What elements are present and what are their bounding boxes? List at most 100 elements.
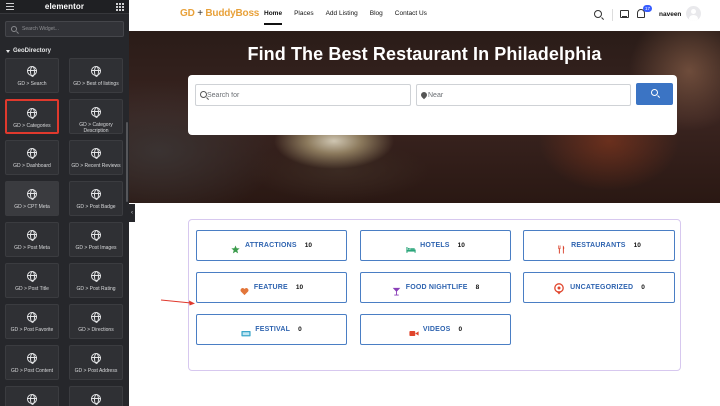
category-videos[interactable]: VIDEOS 0 xyxy=(360,314,511,345)
caret-down-icon xyxy=(6,49,10,53)
search-icon[interactable] xyxy=(594,10,602,18)
category-name: VIDEOS xyxy=(422,326,451,333)
widget-tile[interactable]: GD > Post Images xyxy=(69,222,123,257)
widget-tile-label: GD > Recent Reviews xyxy=(71,163,121,169)
hero-banner: Find The Best Restaurant In Philadelphia xyxy=(129,31,720,203)
widget-tile-label: GD > Post Images xyxy=(75,245,117,251)
widget-tile[interactable]: GD > Directions xyxy=(69,304,123,339)
ticket-icon xyxy=(241,325,251,337)
panel-collapse-toggle[interactable]: ‹ xyxy=(129,204,135,222)
nav-home[interactable]: Home xyxy=(264,10,283,25)
header-divider xyxy=(612,9,613,21)
elementor-logo: elementor xyxy=(44,2,85,11)
globe-icon xyxy=(27,148,37,159)
widget-tile[interactable]: GD > Search xyxy=(5,58,59,93)
widget-tile-label: GD > Best of listings xyxy=(73,81,119,87)
category-festival[interactable]: FESTIVAL 0 xyxy=(196,314,347,345)
category-attractions[interactable]: ATTRACTIONS 10 xyxy=(196,230,347,261)
widget-tile[interactable]: GD > Post Favorite xyxy=(5,304,59,339)
search-icon xyxy=(11,26,17,32)
category-count: 10 xyxy=(295,284,304,291)
main-nav: Home Places Add Listing Blog Contact Us xyxy=(264,10,427,25)
category-count: 8 xyxy=(475,284,480,291)
widget-tile[interactable]: GD > Categories xyxy=(5,99,59,134)
category-count: 0 xyxy=(641,284,645,291)
nav-contact-us[interactable]: Contact Us xyxy=(395,10,427,17)
widgets-grid-icon[interactable] xyxy=(116,3,124,11)
cocktail-icon xyxy=(392,283,401,296)
globe-icon xyxy=(27,394,37,405)
widget-search-input[interactable] xyxy=(22,24,122,34)
search-icon xyxy=(200,91,207,98)
widget-tile[interactable]: GD > Recent Reviews xyxy=(69,140,123,175)
search-icon xyxy=(651,89,658,96)
globe-icon xyxy=(27,66,37,77)
notification-badge: 17 xyxy=(643,5,652,12)
globe-icon xyxy=(91,148,101,159)
panel-scrollbar[interactable] xyxy=(126,122,128,202)
video-icon xyxy=(409,325,419,336)
logo-gd: GD xyxy=(180,8,195,19)
bed-icon xyxy=(406,241,416,253)
category-count: 10 xyxy=(457,242,465,249)
category-uncategorized[interactable]: UNCATEGORIZED 0 xyxy=(523,272,675,303)
widget-tile[interactable]: GD > Post Title xyxy=(5,263,59,298)
site-logo[interactable]: GD + BuddyBoss xyxy=(180,8,259,19)
widget-tile-label: GD > Post Address xyxy=(74,368,118,374)
search-card xyxy=(188,75,677,135)
category-name: FOOD NIGHTLIFE xyxy=(405,284,468,291)
categories-widget: ATTRACTIONS 10 HOTELS 10 RESTAURANTS 10 FEATUR… xyxy=(188,219,681,371)
widget-category-header[interactable]: GeoDirectory xyxy=(6,46,129,56)
widget-tile[interactable] xyxy=(5,386,59,406)
widget-tile[interactable]: GD > Best of listings xyxy=(69,58,123,93)
username[interactable]: naveen xyxy=(659,11,681,18)
category-hotels[interactable]: HOTELS 10 xyxy=(360,230,511,261)
category-feature[interactable]: FEATURE 10 xyxy=(196,272,347,303)
widget-tile[interactable]: GD > Post Rating xyxy=(69,263,123,298)
heart-icon xyxy=(240,283,249,296)
widget-tile[interactable]: GD > Post Content xyxy=(5,345,59,380)
category-name: FESTIVAL xyxy=(255,326,291,333)
panel-header: elementor xyxy=(0,0,129,14)
logo-buddyboss: BuddyBoss xyxy=(205,8,260,19)
category-count: 0 xyxy=(458,326,463,333)
globe-icon xyxy=(27,353,37,364)
widget-tile[interactable]: GD > Post Meta xyxy=(5,222,59,257)
nav-add-listing[interactable]: Add Listing xyxy=(326,10,358,17)
widget-tile-label: GD > Post Badge xyxy=(76,204,116,210)
category-count: 10 xyxy=(633,242,641,249)
near-field[interactable] xyxy=(416,84,631,106)
category-food-nightlife[interactable]: FOOD NIGHTLIFE 8 xyxy=(360,272,511,303)
widget-search-box[interactable] xyxy=(5,21,124,37)
category-restaurants[interactable]: RESTAURANTS 10 xyxy=(523,230,675,261)
category-count: 10 xyxy=(304,242,313,249)
globe-icon xyxy=(91,107,101,118)
widget-tile[interactable]: GD > Dashboard xyxy=(5,140,59,175)
search-button[interactable] xyxy=(636,83,673,105)
widget-grid: GD > Search GD > Best of listings GD > Cat… xyxy=(5,58,124,406)
globe-icon xyxy=(91,271,101,282)
widget-tile[interactable] xyxy=(69,386,123,406)
category-name: ATTRACTIONS xyxy=(244,242,297,249)
globe-icon xyxy=(27,108,37,119)
widget-tile-label: GD > Post Rating xyxy=(76,286,116,292)
globe-icon xyxy=(91,312,101,323)
widget-tile-label: GD > CPT Meta xyxy=(14,204,50,210)
near-input[interactable] xyxy=(428,88,628,102)
widget-tile-label: GD > Post Content xyxy=(10,368,54,374)
nav-places[interactable]: Places xyxy=(294,10,314,17)
inbox-icon[interactable] xyxy=(620,10,629,18)
globe-icon xyxy=(91,353,101,364)
widget-tile[interactable]: GD > CPT Meta xyxy=(5,181,59,216)
widget-category-title: GeoDirectory xyxy=(13,48,52,54)
widget-tile[interactable]: GD > Post Badge xyxy=(69,181,123,216)
search-for-field[interactable] xyxy=(195,84,411,106)
search-for-input[interactable] xyxy=(207,88,407,102)
widget-tile[interactable]: GD > Post Address xyxy=(69,345,123,380)
widget-tile-label: GD > Categories xyxy=(13,123,51,129)
nav-blog[interactable]: Blog xyxy=(370,10,383,17)
avatar[interactable] xyxy=(686,6,701,21)
category-name: UNCATEGORIZED xyxy=(570,284,634,291)
widget-tile[interactable]: GD > Category Description xyxy=(69,99,123,134)
map-marker-icon xyxy=(419,90,429,100)
